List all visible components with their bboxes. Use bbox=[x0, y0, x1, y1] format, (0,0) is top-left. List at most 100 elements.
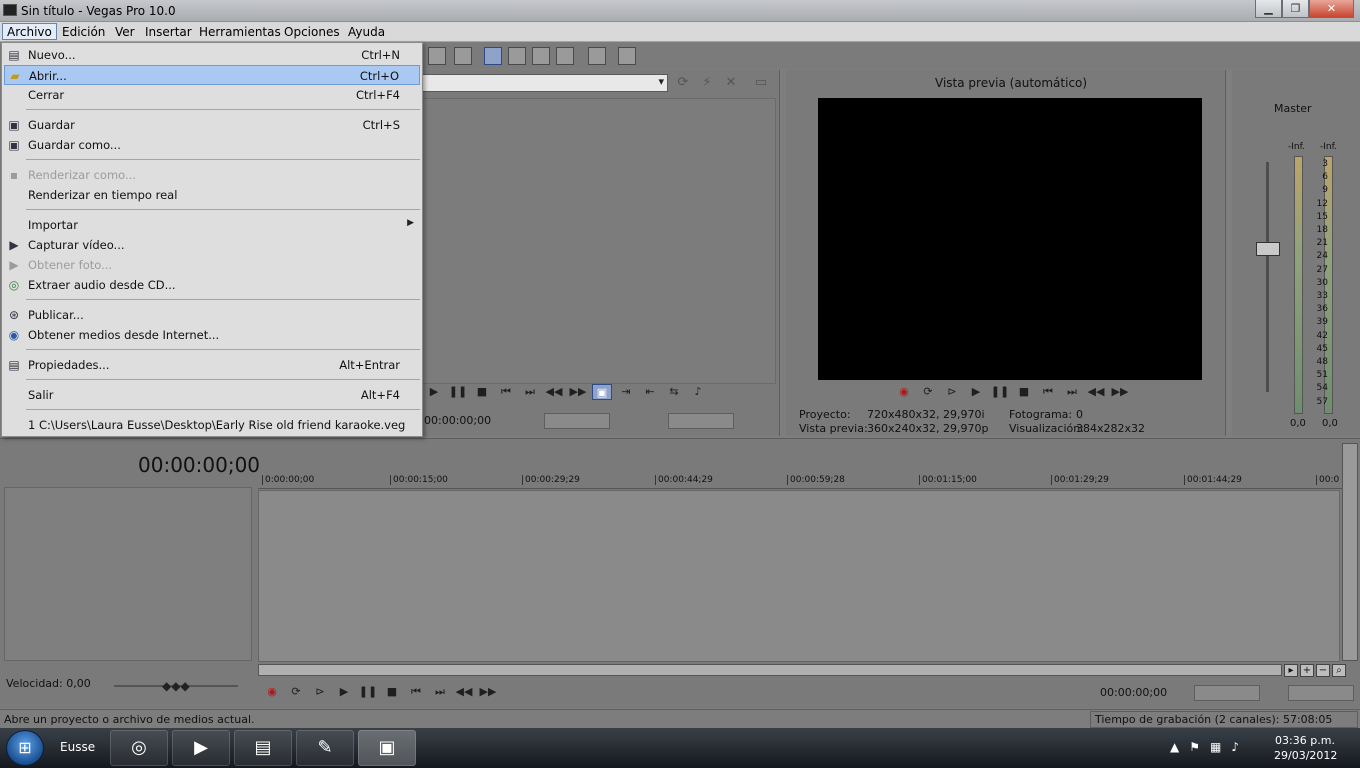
zoom-tool-small-icon[interactable]: ⌕ bbox=[1332, 664, 1346, 677]
zoom-tool-icon[interactable] bbox=[556, 47, 574, 65]
minimize-button[interactable]: ▁ bbox=[1255, 0, 1282, 18]
menu-item-propiedades[interactable]: ▤ Propiedades... Alt+Entrar bbox=[4, 355, 420, 375]
selection-tool-icon[interactable] bbox=[532, 47, 550, 65]
lock-envelopes-icon[interactable] bbox=[454, 47, 472, 65]
system-clock[interactable]: 03:36 p.m. 29/03/2012 bbox=[1274, 733, 1337, 763]
time-ruler[interactable]: 0:00:00;00 00:00:15;00 00:00:29;29 00:00… bbox=[258, 469, 1342, 489]
master-fader[interactable] bbox=[1256, 242, 1280, 256]
timeline-rewind-icon[interactable]: ◀◀ bbox=[454, 684, 474, 700]
preview-stop-icon[interactable]: ■ bbox=[1014, 384, 1034, 400]
timeline-position-field[interactable]: 00:00:00;00 bbox=[1100, 685, 1167, 701]
menu-ayuda[interactable]: Ayuda bbox=[348, 25, 385, 39]
timeline-play-icon[interactable]: ▶ bbox=[334, 684, 354, 700]
menu-item-renderizar-tiempo-real[interactable]: Renderizar en tiempo real bbox=[4, 185, 420, 205]
menu-item-capturar-video[interactable]: ▶ Capturar vídeo... bbox=[4, 235, 420, 255]
menu-item-importar[interactable]: Importar ▶ bbox=[4, 215, 420, 235]
preview-rewind-icon[interactable]: ◀◀ bbox=[1086, 384, 1106, 400]
timeline-horizontal-scrollbar[interactable] bbox=[258, 664, 1282, 676]
envelope-tool-icon[interactable] bbox=[508, 47, 526, 65]
insert-icon[interactable]: ⇤ bbox=[640, 384, 660, 400]
explorer-taskbar-icon[interactable]: ▤ bbox=[234, 730, 292, 766]
volume-icon[interactable]: ♪ bbox=[1231, 740, 1239, 754]
selection-start-field[interactable] bbox=[1194, 685, 1260, 701]
timeline-prev-icon[interactable]: ⏮ bbox=[406, 684, 426, 700]
timeline-forward-icon[interactable]: ▶▶ bbox=[478, 684, 498, 700]
show-hidden-icons-icon[interactable]: ▲ bbox=[1170, 740, 1179, 754]
pause-icon[interactable]: ❚❚ bbox=[448, 384, 468, 400]
menu-item-nuevo[interactable]: ▤ Nuevo... Ctrl+N bbox=[4, 45, 420, 65]
timeline-loop-icon[interactable]: ⟳ bbox=[286, 684, 306, 700]
trimmer-icon[interactable]: ▣ bbox=[592, 384, 612, 400]
menu-item-extraer-audio[interactable]: ◎ Extraer audio desde CD... bbox=[4, 275, 420, 295]
network-icon[interactable]: ▦ bbox=[1210, 740, 1221, 754]
maximize-button[interactable]: ❐ bbox=[1282, 0, 1309, 18]
add-to-timeline-icon[interactable]: ⇥ bbox=[616, 384, 636, 400]
auto-crossfade-icon[interactable] bbox=[588, 47, 606, 65]
scroll-right-icon[interactable]: ▸ bbox=[1284, 664, 1298, 677]
in-point-field[interactable] bbox=[544, 413, 610, 429]
timeline-record-icon[interactable]: ◉ bbox=[262, 684, 282, 700]
menu-edicion[interactable]: Edición bbox=[62, 25, 105, 39]
vegas-taskbar-icon[interactable]: ▣ bbox=[358, 730, 416, 766]
snapping-icon[interactable] bbox=[618, 47, 636, 65]
explorer-path-dropdown[interactable] bbox=[422, 74, 668, 92]
menu-archivo[interactable]: Archivo bbox=[2, 23, 57, 40]
vegas-app-icon[interactable] bbox=[3, 4, 17, 16]
track-header-area[interactable] bbox=[4, 487, 252, 661]
zoom-out-icon[interactable]: − bbox=[1316, 664, 1330, 677]
out-point-field[interactable] bbox=[668, 413, 734, 429]
rewind-icon[interactable]: ◀◀ bbox=[544, 384, 564, 400]
play-icon[interactable]: ▶ bbox=[424, 384, 444, 400]
menu-item-publicar[interactable]: ⊛ Publicar... bbox=[4, 305, 420, 325]
notepad-taskbar-icon[interactable]: ✎ bbox=[296, 730, 354, 766]
next-icon[interactable]: ⏭ bbox=[520, 384, 540, 400]
favorites-icon[interactable]: ⚡ bbox=[700, 76, 714, 90]
timeline-play-start-icon[interactable]: ⊳ bbox=[310, 684, 330, 700]
menu-ver[interactable]: Ver bbox=[115, 25, 135, 39]
stop-icon[interactable]: ■ bbox=[472, 384, 492, 400]
menu-item-obtener-medios[interactable]: ◉ Obtener medios desde Internet... bbox=[4, 325, 420, 345]
preview-play-icon[interactable]: ▶ bbox=[966, 384, 986, 400]
menu-item-abrir[interactable]: ▰ Abrir... Ctrl+O bbox=[4, 65, 420, 85]
preview-prev-icon[interactable]: ⏮ bbox=[1038, 384, 1058, 400]
chrome-taskbar-icon[interactable]: ◎ bbox=[110, 730, 168, 766]
preview-next-icon[interactable]: ⏭ bbox=[1062, 384, 1082, 400]
timeline-pause-icon[interactable]: ❚❚ bbox=[358, 684, 378, 700]
menu-item-salir[interactable]: Salir Alt+F4 bbox=[4, 385, 420, 405]
fast-forward-icon[interactable]: ▶▶ bbox=[568, 384, 588, 400]
close-button[interactable]: ✕ bbox=[1309, 0, 1354, 18]
menu-item-cerrar[interactable]: Cerrar Ctrl+F4 bbox=[4, 85, 420, 105]
media-player-taskbar-icon[interactable]: ▶ bbox=[172, 730, 230, 766]
overwrite-icon[interactable]: ⇆ bbox=[664, 384, 684, 400]
refresh-icon[interactable]: ⟳ bbox=[676, 76, 690, 90]
menu-item-guardar[interactable]: ▣ Guardar Ctrl+S bbox=[4, 115, 420, 135]
play-from-start-icon[interactable]: ⊳ bbox=[942, 384, 962, 400]
prev-icon[interactable]: ⏮ bbox=[496, 384, 516, 400]
selection-end-field[interactable] bbox=[1288, 685, 1354, 701]
action-center-icon[interactable]: ⚑ bbox=[1189, 740, 1200, 754]
speed-slider-handle[interactable]: ◆◆◆ bbox=[162, 679, 190, 693]
menu-item-guardar-como[interactable]: ▣ Guardar como... bbox=[4, 135, 420, 155]
start-button[interactable]: ⊞ bbox=[6, 730, 44, 766]
zoom-in-icon[interactable]: + bbox=[1300, 664, 1314, 677]
loop-icon[interactable]: ⟳ bbox=[918, 384, 938, 400]
timeline-stop-icon[interactable]: ■ bbox=[382, 684, 402, 700]
timeline-next-icon[interactable]: ⏭ bbox=[430, 684, 450, 700]
menu-opciones[interactable]: Opciones bbox=[284, 25, 340, 39]
menu-item-recent-file[interactable]: 1 C:\Users\Laura Eusse\Desktop\Early Ris… bbox=[4, 415, 420, 435]
menu-insertar[interactable]: Insertar bbox=[145, 25, 192, 39]
record-icon[interactable]: ◉ bbox=[894, 384, 914, 400]
explorer-file-list[interactable] bbox=[422, 98, 776, 384]
monitor-icon[interactable]: ▭ bbox=[754, 76, 768, 90]
normal-edit-tool-icon[interactable] bbox=[484, 47, 502, 65]
preview-pause-icon[interactable]: ❚❚ bbox=[990, 384, 1010, 400]
menu-herramientas[interactable]: Herramientas bbox=[199, 25, 281, 39]
preview-forward-icon[interactable]: ▶▶ bbox=[1110, 384, 1130, 400]
ripple-icon[interactable] bbox=[428, 47, 446, 65]
delete-icon[interactable]: ✕ bbox=[724, 76, 738, 90]
taskbar-user[interactable]: Eusse bbox=[60, 740, 95, 754]
preview-quality-dropdown[interactable]: Vista previa (automático) bbox=[935, 76, 1087, 90]
audio-icon[interactable]: ♪ bbox=[688, 384, 708, 400]
track-area[interactable] bbox=[258, 490, 1340, 662]
timeline-vertical-scrollbar[interactable] bbox=[1342, 443, 1358, 661]
